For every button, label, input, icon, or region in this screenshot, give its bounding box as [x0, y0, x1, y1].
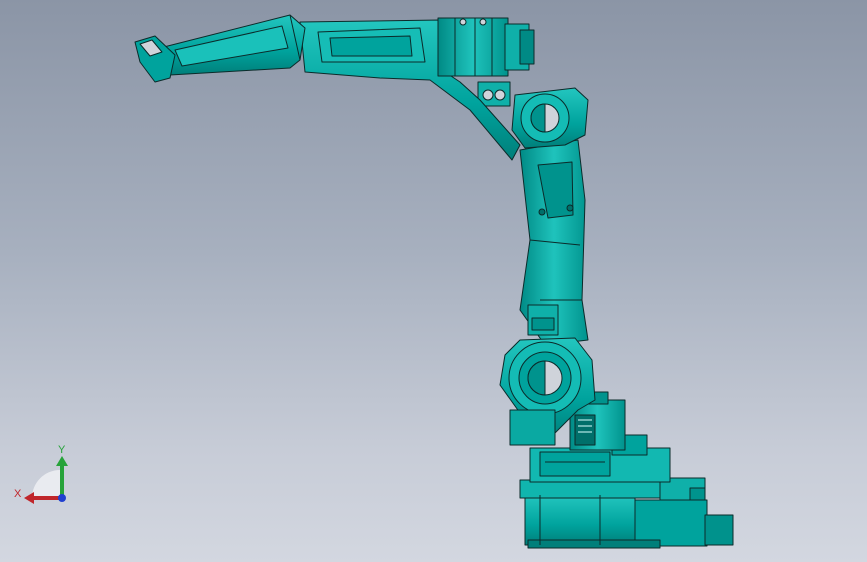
view-triad: Y X: [14, 444, 68, 504]
robot-base: [519, 477, 734, 549]
triad-z-axis: [58, 494, 66, 502]
triad-y-label: Y: [58, 444, 66, 456]
triad-x-label: X: [14, 488, 22, 500]
robot-wrist: [134, 14, 306, 83]
robot-arm-model[interactable]: [0, 0, 867, 562]
robot-lower-arm: [519, 139, 589, 346]
graphics-viewport[interactable]: Y X: [0, 0, 867, 562]
